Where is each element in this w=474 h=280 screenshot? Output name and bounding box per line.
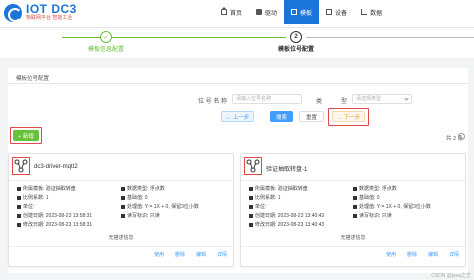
panel-title: 模板位号配置 [16,76,50,82]
step-1-label: 模板信息配置 [87,47,124,53]
home-icon [221,7,227,15]
point-name: dc3-driver-mqtt2 [34,164,78,170]
step-2-circle: 2 [290,31,302,43]
search-button[interactable]: 搜索 [270,111,293,122]
top-header: IOT DC3 物联网平台 智能工业 首页 驱动 模板 设备 数据 [0,0,474,28]
device-icon [326,9,333,15]
point-updated: 修改日期: 2023-08-23 13:58:31 [17,221,92,228]
nav-label: 模板 [300,10,313,17]
detail-button[interactable]: 详情 [217,251,227,258]
point-rw: 读写标识: 只读 [353,212,392,219]
point-profile: 所属模板: 验证抽取转盘 [249,185,308,192]
point-created: 创建日期: 2023-08-23 13:58:31 [17,212,92,219]
point-unit: 单位: [17,203,34,210]
point-created: 创建日期: 2023-08-23 13:40:43 [249,212,324,219]
nav-item-data[interactable]: 数据 [354,0,389,24]
type-select-placeholder: 请选择类型 [356,96,382,102]
template-icon [291,9,298,15]
type-select[interactable]: 请选择类型 [352,94,412,104]
point-name: 验证抽取转盘-1 [266,167,308,173]
edit-button[interactable]: 编辑 [196,251,206,258]
card-actions: 使用 删除 编辑 详情 [386,251,459,258]
add-button[interactable]: + 新增 [13,130,39,141]
nav-label: 设备 [335,10,348,17]
refresh-icon[interactable] [458,133,465,140]
point-card[interactable]: 验证抽取转盘-1 所属模板: 验证抽取转盘 数据类型: 浮点数 比例系数: 1 … [240,153,466,267]
point-process: 处理值: Y = 1X + 0, 保留3位小数 [353,203,431,210]
point-icon [244,157,262,175]
nav-item-home[interactable]: 首页 [214,0,249,24]
app-logo[interactable]: IOT DC3 物联网平台 智能工业 [4,3,77,22]
logo-title: IOT DC3 [26,2,77,16]
point-process: 处理值: Y = 1X + 0, 保留3位小数 [121,203,199,210]
type-label-char1: 类 [316,99,323,105]
point-name-input[interactable]: 请输入位号名称 [232,94,302,104]
use-button[interactable]: 使用 [154,251,164,258]
logo-slogan: 物联网平台 智能工业 [26,15,73,21]
nav-label: 驱动 [265,10,278,17]
point-icon [12,157,30,175]
point-base: 基础值: 0 [121,194,148,201]
main-nav: 首页 驱动 模板 设备 数据 [214,0,389,24]
delete-button[interactable]: 删除 [175,251,185,258]
point-name-label: 位 号 名 称 [198,99,228,105]
delete-button[interactable]: 删除 [407,251,417,258]
point-description: 无描述信息 [340,235,366,241]
step-2-label: 模板位号配置 [277,47,314,53]
step-line-done [62,37,286,38]
point-data-type: 数据类型: 浮点数 [353,185,397,192]
edit-button[interactable]: 编辑 [428,251,438,258]
nav-item-driver[interactable]: 驱动 [249,0,284,24]
next-step-button[interactable]: → 下一步 [332,111,365,122]
driver-icon [256,9,263,15]
step-progress: ✓ 2 模板信息配置 模板位号配置 [0,28,474,58]
nav-label: 数据 [370,10,383,17]
point-profile: 所属模板: 验证抽取转盘 [17,185,76,192]
prev-step-button[interactable]: ← 上一步 [221,111,254,122]
point-rw: 读写标识: 只读 [121,212,160,219]
detail-button[interactable]: 详情 [449,251,459,258]
point-updated: 修改日期: 2023-08-23 13:40:43 [249,221,324,228]
type-label-char2: 型 [341,99,348,105]
card-actions: 使用 删除 编辑 详情 [154,251,227,258]
nav-label: 首页 [230,10,243,17]
step-line-todo [306,37,474,38]
panel-divider [8,83,468,84]
point-unit: 单位: [249,203,266,210]
point-data-type: 数据类型: 浮点数 [121,185,165,192]
point-card[interactable]: dc3-driver-mqtt2 所属模板: 验证抽取转盘 数据类型: 浮点数 … [8,153,234,267]
point-scale: 比例系数: 1 [249,194,281,201]
nav-item-device[interactable]: 设备 [319,0,354,24]
step-1-circle: ✓ [100,31,112,43]
data-icon [361,9,368,15]
point-description: 无描述信息 [108,235,134,241]
nav-item-template[interactable]: 模板 [284,0,320,24]
logo-icon [4,3,22,22]
point-scale: 比例系数: 1 [17,194,49,201]
reset-button[interactable]: 重置 [299,111,324,122]
use-button[interactable]: 使用 [386,251,396,258]
chevron-down-icon [404,96,409,101]
point-base: 基础值: 0 [353,194,380,201]
watermark: CSDN @java之艺 [431,273,471,279]
